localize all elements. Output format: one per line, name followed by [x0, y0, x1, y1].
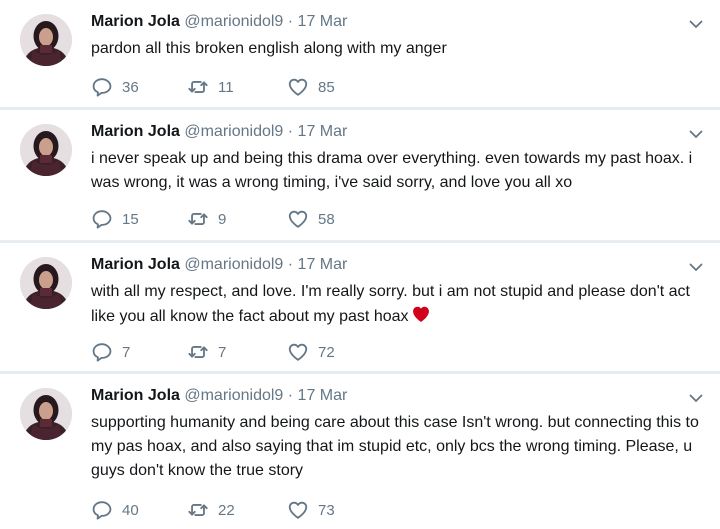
- retweet-count: 11: [218, 78, 234, 96]
- author-handle[interactable]: @marionidol9: [184, 13, 283, 30]
- chevron-down-icon[interactable]: [688, 390, 704, 406]
- retweet-button[interactable]: 9: [187, 208, 226, 230]
- retweet-icon: [187, 499, 209, 521]
- author-name[interactable]: Marion Jola: [91, 13, 180, 30]
- tweet[interactable]: Marion Jola @marionidol9 · 17 Mar with a…: [0, 243, 720, 371]
- tweet-date[interactable]: 17 Mar: [298, 387, 348, 404]
- retweet-icon: [187, 208, 209, 230]
- red-heart-icon: [412, 306, 429, 322]
- reply-icon: [91, 208, 113, 230]
- tweet-text: with all my respect, and love. I'm reall…: [91, 280, 711, 329]
- heart-icon: [287, 499, 309, 521]
- like-button[interactable]: 72: [287, 341, 335, 363]
- tweet-header: Marion Jola @marionidol9 · 17 Mar: [91, 386, 347, 406]
- tweet-text: supporting humanity and being care about…: [91, 414, 699, 479]
- tweet-text-body: with all my respect, and love. I'm reall…: [91, 283, 690, 325]
- avatar[interactable]: [20, 388, 72, 440]
- author-name[interactable]: Marion Jola: [91, 256, 180, 273]
- like-count: 58: [318, 210, 335, 228]
- tweet-feed: Marion Jola @marionidol9 · 17 Mar pardon…: [0, 0, 720, 529]
- reply-count: 40: [122, 501, 139, 519]
- chevron-down-icon[interactable]: [688, 16, 704, 32]
- author-name[interactable]: Marion Jola: [91, 123, 180, 140]
- retweet-button[interactable]: 7: [187, 341, 226, 363]
- reply-button[interactable]: 40: [91, 499, 139, 521]
- heart-icon: [287, 208, 309, 230]
- reply-count: 15: [122, 210, 139, 228]
- heart-icon: [287, 341, 309, 363]
- reply-button[interactable]: 36: [91, 76, 139, 98]
- retweet-count: 7: [218, 343, 227, 361]
- tweet[interactable]: Marion Jola @marionidol9 · 17 Mar i neve…: [0, 110, 720, 240]
- avatar[interactable]: [20, 14, 72, 66]
- author-name[interactable]: Marion Jola: [91, 387, 180, 404]
- separator-dot: ·: [287, 256, 294, 273]
- reply-count: 7: [122, 343, 131, 361]
- tweet[interactable]: Marion Jola @marionidol9 · 17 Mar pardon…: [0, 0, 720, 107]
- reply-icon: [91, 341, 113, 363]
- tweet-date[interactable]: 17 Mar: [298, 13, 348, 30]
- like-count: 72: [318, 343, 335, 361]
- like-button[interactable]: 85: [287, 76, 335, 98]
- chevron-down-icon[interactable]: [688, 259, 704, 275]
- like-count: 85: [318, 78, 335, 96]
- avatar[interactable]: [20, 124, 72, 176]
- retweet-count: 22: [218, 501, 235, 519]
- retweet-icon: [187, 341, 209, 363]
- reply-button[interactable]: 15: [91, 208, 139, 230]
- like-button[interactable]: 58: [287, 208, 335, 230]
- reply-count: 36: [122, 78, 139, 96]
- author-handle[interactable]: @marionidol9: [184, 387, 283, 404]
- reply-icon: [91, 499, 113, 521]
- reply-button[interactable]: 7: [91, 341, 130, 363]
- separator-dot: ·: [287, 123, 294, 140]
- separator-dot: ·: [287, 387, 294, 404]
- separator-dot: ·: [287, 13, 294, 30]
- reply-icon: [91, 76, 113, 98]
- like-button[interactable]: 73: [287, 499, 335, 521]
- retweet-count: 9: [218, 210, 227, 228]
- tweet[interactable]: Marion Jola @marionidol9 · 17 Mar suppor…: [0, 374, 720, 529]
- tweet-date[interactable]: 17 Mar: [298, 256, 348, 273]
- author-handle[interactable]: @marionidol9: [184, 256, 283, 273]
- tweet-date[interactable]: 17 Mar: [298, 123, 348, 140]
- author-handle[interactable]: @marionidol9: [184, 123, 283, 140]
- retweet-button[interactable]: 22: [187, 499, 235, 521]
- chevron-down-icon[interactable]: [688, 126, 704, 142]
- tweet-header: Marion Jola @marionidol9 · 17 Mar: [91, 255, 347, 275]
- retweet-icon: [187, 76, 209, 98]
- avatar[interactable]: [20, 257, 72, 309]
- tweet-text: pardon all this broken english along wit…: [91, 40, 447, 57]
- tweet-text: i never speak up and being this drama ov…: [91, 150, 693, 191]
- tweet-header: Marion Jola @marionidol9 · 17 Mar: [91, 122, 347, 142]
- like-count: 73: [318, 501, 335, 519]
- tweet-header: Marion Jola @marionidol9 · 17 Mar: [91, 12, 347, 32]
- retweet-button[interactable]: 11: [187, 76, 234, 98]
- heart-icon: [287, 76, 309, 98]
